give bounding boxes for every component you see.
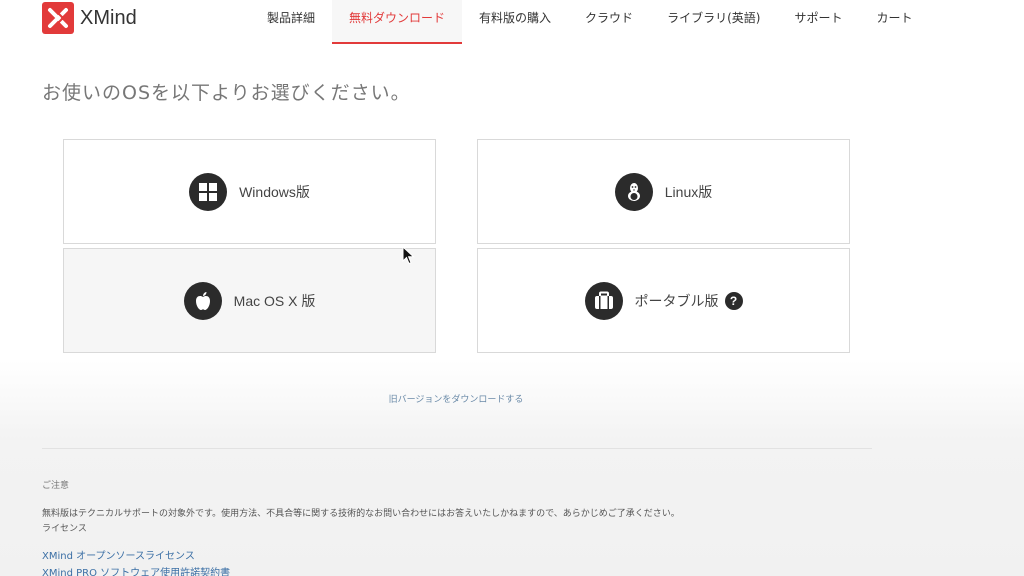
nav-product-details[interactable]: 製品詳細: [250, 0, 332, 44]
portable-download-card[interactable]: ポータブル版 ?: [477, 248, 850, 353]
windows-icon: [189, 172, 228, 211]
main-nav: 製品詳細 無料ダウンロード 有料版の購入 クラウド ライブラリ(英語) サポート…: [250, 0, 929, 44]
briefcase-icon: [584, 281, 623, 320]
linux-download-card[interactable]: Linux版: [477, 139, 850, 244]
xmind-logo[interactable]: XMind: [42, 2, 137, 34]
nav-library[interactable]: ライブラリ(英語): [650, 0, 777, 44]
logo-text: XMind: [80, 6, 137, 29]
license-title: ライセンス: [42, 524, 87, 534]
open-source-license-link[interactable]: XMind オープンソースライセンス: [42, 547, 195, 562]
apple-icon: [183, 281, 222, 320]
windows-download-card[interactable]: Windows版: [63, 139, 436, 244]
nav-cloud[interactable]: クラウド: [568, 0, 650, 44]
linux-icon: [614, 172, 653, 211]
footer-divider: [42, 448, 872, 449]
help-icon[interactable]: ?: [724, 291, 743, 310]
linux-label: Linux版: [664, 183, 713, 200]
mouse-cursor-icon: [402, 245, 416, 270]
notice-text: 無料版はテクニカルサポートの対象外です。使用方法、不具合等に関する技術的なお問い…: [42, 509, 680, 519]
notice-title: ご注意: [42, 481, 70, 491]
nav-purchase[interactable]: 有料版の購入: [462, 0, 568, 44]
pro-license-agreement-link[interactable]: XMind PRO ソフトウェア使用許諾契約書: [42, 564, 230, 576]
portable-label: ポータブル版: [634, 292, 719, 309]
nav-cart[interactable]: カート: [859, 0, 929, 44]
xmind-logo-icon: [42, 2, 74, 34]
mac-download-card[interactable]: Mac OS X 版: [63, 248, 436, 353]
os-select-prompt: お使いのOSを以下よりお選びください。: [42, 82, 411, 104]
nav-free-download[interactable]: 無料ダウンロード: [332, 0, 463, 44]
mac-label: Mac OS X 版: [233, 292, 316, 309]
nav-support[interactable]: サポート: [777, 0, 859, 44]
windows-label: Windows版: [239, 183, 310, 200]
site-header: XMind 製品詳細 無料ダウンロード 有料版の購入 クラウド ライブラリ(英語…: [0, 0, 1024, 44]
old-version-download-link[interactable]: 旧バージョンをダウンロードする: [0, 392, 912, 405]
